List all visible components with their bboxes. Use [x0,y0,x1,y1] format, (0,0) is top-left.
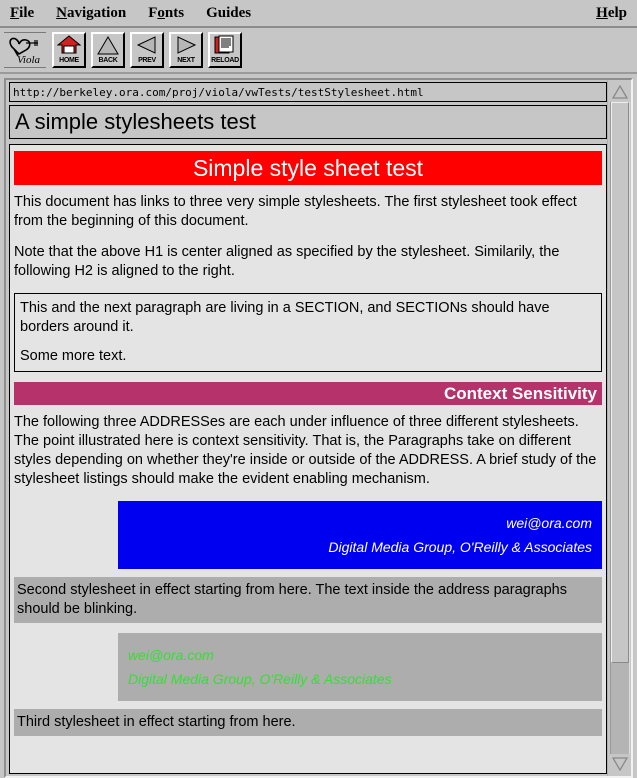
next-button[interactable]: NEXT [169,32,203,68]
address-gray-email: wei@ora.com [128,647,214,663]
paragraph-intro-2: Note that the above H1 is center aligned… [14,244,560,279]
menu-mnemonic-fonts: o [157,4,165,21]
toolbar: Viola HOME BACK PREV NEXT RELOAD [0,28,637,74]
band-second-stylesheet: Second stylesheet in effect starting fro… [14,577,602,623]
viola-logo-glyph: Viola [9,37,41,66]
section-block: This and the next paragraph are living i… [14,293,602,372]
browser-body: http://berkeley.ora.com/proj/viola/vwTes… [6,80,607,776]
house-icon [56,35,82,55]
heading-level-1: Simple style sheet test [14,151,602,185]
triangle-down-icon [611,757,628,771]
scroll-down-button[interactable] [609,754,630,774]
reload-button[interactable]: RELOAD [208,32,242,68]
menu-item-guides[interactable]: Guides [206,5,251,22]
heading-level-2: Context Sensitivity [14,382,602,405]
menu-item-help[interactable]: Help [596,5,627,22]
scroll-up-button[interactable] [609,82,630,102]
menu-item-fonts[interactable]: Fonts [148,5,184,22]
back-button-label: BACK [93,57,123,65]
back-button[interactable]: BACK [91,32,125,68]
document-canvas: Simple style sheet test This document ha… [9,144,607,774]
address-block-blue: wei@ora.com Digital Media Group, O'Reill… [118,501,602,569]
menu-item-help-label: elp [607,4,627,21]
triangle-left-icon [135,35,159,55]
menu-item-guides-label: Guides [206,4,252,21]
document-stack-icon [213,35,237,55]
scroll-track[interactable] [609,102,630,754]
menu-mnemonic-navigation: N [56,4,68,21]
menu-item-file[interactable]: File [10,5,34,22]
menu-mnemonic-help: H [596,4,608,21]
band-third-stylesheet: Third stylesheet in effect starting from… [14,709,602,736]
menu-item-navigation-label: avigation [67,4,127,21]
document-title-field: A simple stylesheets test [9,105,607,139]
section-paragraph-1: This and the next paragraph are living i… [20,300,550,335]
prev-button-label: PREV [132,57,162,65]
section-paragraph-2: Some more text. [20,348,127,364]
paragraph-context: The following three ADDRESSes are each u… [14,414,597,487]
address-blue-org: Digital Media Group, O'Reilly & Associat… [328,539,592,555]
paragraph-intro-1: This document has links to three very si… [14,194,577,229]
svg-text:Viola: Viola [17,54,41,66]
triangle-up-icon [96,35,120,55]
vertical-scrollbar[interactable] [607,80,631,776]
menu-mnemonic-file: F [10,4,20,21]
browser-frame: http://berkeley.ora.com/proj/viola/vwTes… [4,78,633,778]
reload-button-label: RELOAD [210,57,240,65]
menu-bar: File Navigation Fonts Guides Help [0,0,637,28]
address-blue-email: wei@ora.com [506,515,592,531]
home-button-label: HOME [54,57,84,65]
menu-item-file-label: ile [19,4,35,21]
menu-item-fonts-label: nts [164,4,185,21]
url-input[interactable]: http://berkeley.ora.com/proj/viola/vwTes… [9,82,607,102]
menu-item-navigation[interactable]: Navigation [56,5,126,22]
address-block-gray: wei@ora.com Digital Media Group, O'Reill… [118,633,602,701]
next-button-label: NEXT [171,57,201,65]
triangle-up-icon [611,85,628,99]
menu-item-fonts-prefix: F [148,4,158,21]
home-button[interactable]: HOME [52,32,86,68]
scroll-thumb[interactable] [610,102,629,663]
address-gray-org: Digital Media Group, O'Reilly & Associat… [128,671,392,687]
prev-button[interactable]: PREV [130,32,164,68]
triangle-right-icon [174,35,198,55]
viola-heart-logo: Viola [4,32,46,68]
